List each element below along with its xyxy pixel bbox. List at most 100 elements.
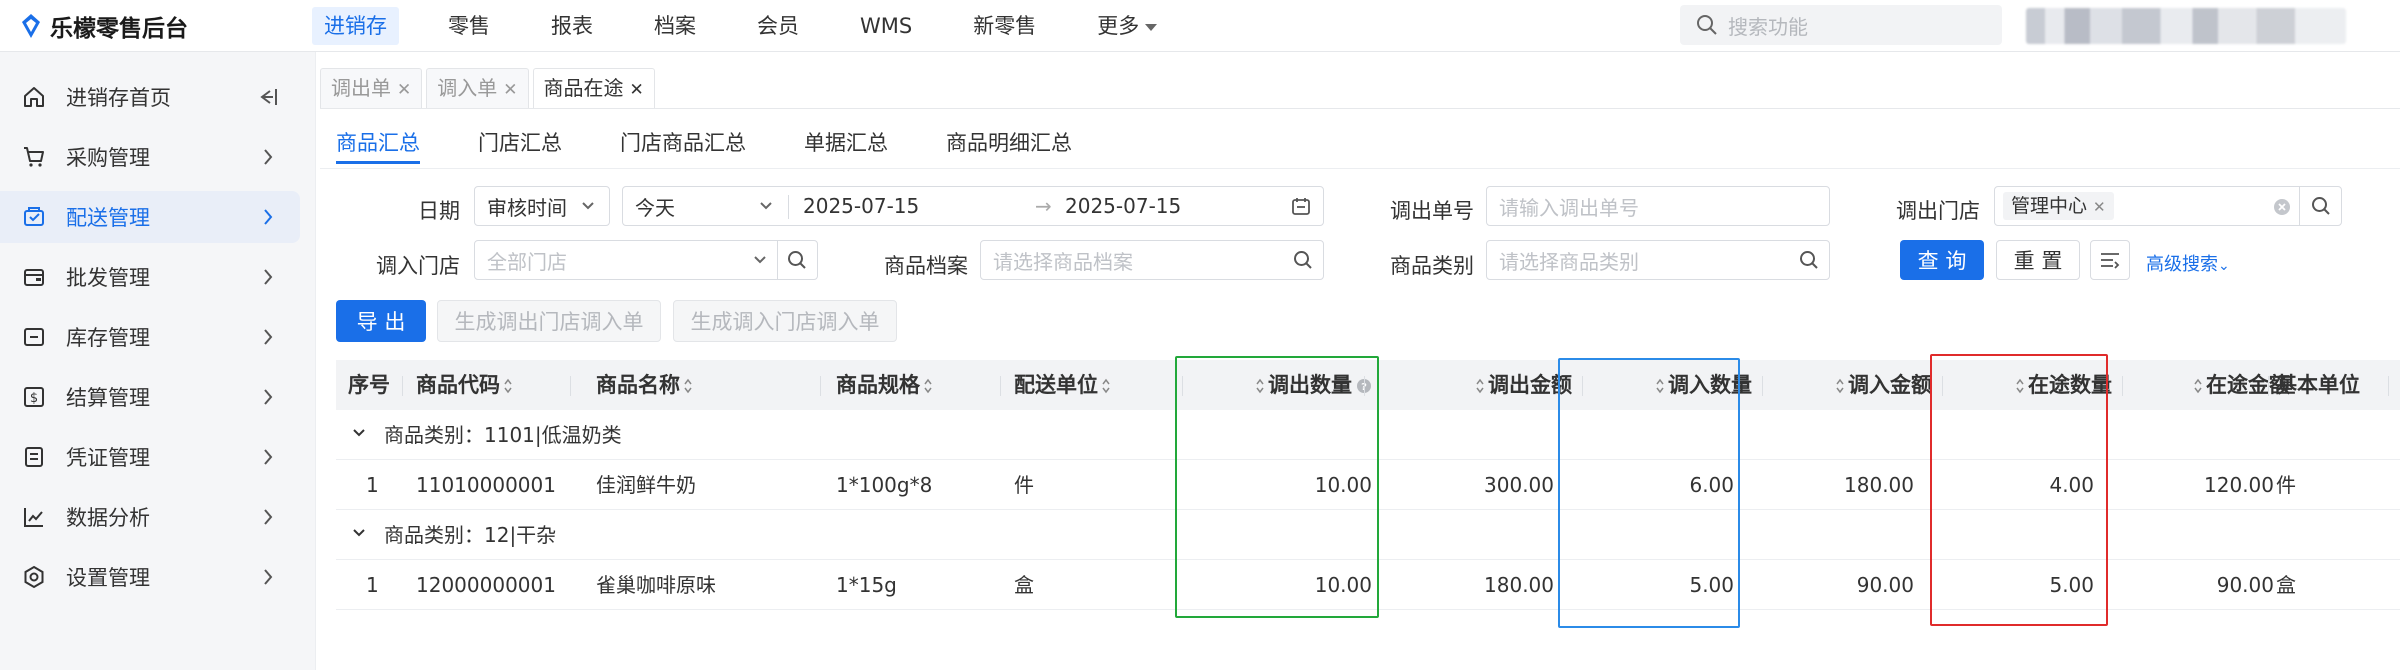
group-row[interactable]: 商品类别：12|干杂 — [336, 510, 2400, 560]
column-divider — [570, 376, 571, 396]
advanced-search-link[interactable]: 高级搜索⌄ — [2146, 250, 2230, 276]
topnav-item-archive[interactable]: 档案 — [642, 7, 708, 45]
out-store-tag[interactable]: 管理中心 ✕ — [2003, 192, 2114, 220]
cell-transit-qty: 5.00 — [2049, 573, 2094, 597]
chevron-down-icon — [1145, 23, 1158, 31]
sidebar-item-label: 数据分析 — [66, 506, 150, 530]
date-range-preset: 今天 — [635, 195, 675, 220]
in-store-select[interactable]: 全部门店 — [474, 240, 818, 280]
cell-no: 1 — [366, 573, 379, 597]
col-header-base-unit: 基本单位 — [2276, 373, 2360, 397]
reset-button[interactable]: 重 置 — [1996, 240, 2080, 280]
clear-icon[interactable] — [2273, 198, 2291, 216]
sidebar-item-settlement[interactable]: $ 结算管理 — [0, 371, 300, 423]
col-header-out-qty[interactable]: 调出数量? — [1220, 360, 1372, 410]
cell-transit-amount: 120.00 — [2204, 473, 2274, 497]
topnav-item-retail[interactable]: 零售 — [436, 7, 502, 45]
advanced-search-label: 高级搜索 — [2146, 254, 2218, 275]
sidebar-item-wholesale[interactable]: 批发管理 — [0, 251, 300, 303]
sidebar-item-settings[interactable]: 设置管理 — [0, 551, 300, 603]
search-icon[interactable] — [1293, 250, 1313, 270]
in-store-label: 调入门店 — [376, 254, 460, 278]
sidebar-item-voucher[interactable]: 凭证管理 — [0, 431, 300, 483]
category-select[interactable]: 请选择商品类别 — [1486, 240, 1830, 280]
search-icon[interactable] — [2311, 196, 2331, 216]
col-header-in-qty[interactable]: 调入数量 — [1602, 360, 1752, 410]
topnav-item-jxc[interactable]: 进销存 — [312, 7, 399, 45]
sidebar-item-label: 库存管理 — [66, 326, 150, 350]
topnav-item-wms[interactable]: WMS — [848, 7, 924, 45]
sidebar-item-label: 配送管理 — [66, 206, 150, 230]
chevron-down-icon[interactable] — [352, 428, 366, 438]
sidebar-item-inventory[interactable]: 库存管理 — [0, 311, 300, 363]
table-row[interactable]: 1 12000000001 雀巢咖啡原味 1*15g 盒 10.00 180.0… — [336, 560, 2400, 610]
col-header-code[interactable]: 商品代码 — [416, 360, 516, 410]
out-store-select[interactable]: 管理中心 ✕ — [1994, 186, 2342, 226]
user-info-blurred[interactable] — [2026, 8, 2346, 44]
search-icon[interactable] — [1799, 250, 1819, 270]
tab-product-detail-summary[interactable]: 商品明细汇总 — [946, 128, 1072, 168]
col-header-spec[interactable]: 商品规格 — [836, 360, 936, 410]
sidebar-item-purchase[interactable]: 采购管理 — [0, 131, 300, 183]
topnav-item-new-retail[interactable]: 新零售 — [961, 7, 1048, 45]
page-tab-label: 调出单 — [331, 76, 391, 100]
sort-icon — [1256, 378, 1264, 394]
group-row[interactable]: 商品类别：1101|低温奶类 — [336, 410, 2400, 460]
out-order-label: 调出单号 — [1390, 199, 1474, 223]
chevron-right-icon — [264, 509, 273, 525]
export-button[interactable]: 导 出 — [336, 300, 426, 342]
chevron-down-icon — [754, 256, 766, 264]
out-store-label: 调出门店 — [1896, 199, 1980, 223]
table-row[interactable]: 1 11010000001 佳润鲜牛奶 1*100g*8 件 10.00 300… — [336, 460, 2400, 510]
col-header-delivery-unit[interactable]: 配送单位 — [1014, 360, 1114, 410]
page-tab-in-transit[interactable]: 商品在途 ✕ — [532, 68, 655, 108]
collapse-sidebar-icon[interactable] — [256, 86, 280, 108]
page-tab-transfer-out[interactable]: 调出单 ✕ — [320, 68, 423, 108]
close-icon[interactable]: ✕ — [630, 80, 644, 100]
date-type-select[interactable]: 审核时间 — [474, 186, 610, 226]
generate-in-store-in-order-button[interactable]: 生成调入门店调入单 — [673, 300, 897, 342]
close-icon[interactable]: ✕ — [2093, 198, 2106, 216]
column-settings-button[interactable] — [2090, 240, 2130, 280]
sidebar-item-label: 结算管理 — [66, 386, 150, 410]
in-store-placeholder: 全部门店 — [487, 249, 567, 274]
report-sub-tabs: 商品汇总 门店汇总 门店商品汇总 单据汇总 商品明细汇总 — [336, 128, 1130, 168]
settlement-icon: $ — [24, 387, 44, 407]
tab-document-summary[interactable]: 单据汇总 — [804, 128, 888, 168]
col-header-in-amount[interactable]: 调入金额 — [1782, 360, 1932, 410]
sidebar-item-delivery[interactable]: 配送管理 — [0, 191, 300, 243]
home-icon — [24, 87, 44, 107]
topnav-item-reports[interactable]: 报表 — [539, 7, 605, 45]
query-button[interactable]: 查 询 — [1900, 240, 1984, 280]
col-header-transit-qty[interactable]: 在途数量 — [1962, 360, 2112, 410]
function-search-input[interactable]: 搜索功能 — [1680, 5, 2002, 45]
search-icon[interactable] — [787, 250, 807, 270]
tab-product-summary[interactable]: 商品汇总 — [336, 128, 420, 168]
col-header-out-amount[interactable]: 调出金额 — [1422, 360, 1572, 410]
date-from-value[interactable]: 2025-07-15 — [803, 194, 919, 218]
date-range-picker[interactable]: 今天 2025-07-15 → 2025-07-15 — [622, 186, 1324, 226]
topnav-item-more[interactable]: 更多 — [1085, 7, 1169, 45]
chevron-right-icon — [264, 149, 273, 165]
date-to-value[interactable]: 2025-07-15 — [1065, 194, 1181, 218]
generate-out-store-in-order-button[interactable]: 生成调出门店调入单 — [437, 300, 661, 342]
chart-icon — [24, 508, 43, 527]
out-order-input[interactable]: 请输入调出单号 — [1486, 186, 1830, 226]
page-tab-transfer-in[interactable]: 调入单 ✕ — [426, 68, 529, 108]
cell-name: 佳润鲜牛奶 — [596, 473, 696, 497]
product-select[interactable]: 请选择商品档案 — [980, 240, 1324, 280]
divider — [788, 195, 789, 219]
sidebar-item-analytics[interactable]: 数据分析 — [0, 491, 300, 543]
sidebar-item-home[interactable]: 进销存首页 — [0, 71, 300, 123]
topnav-item-member[interactable]: 会员 — [745, 7, 811, 45]
tab-store-product-summary[interactable]: 门店商品汇总 — [620, 128, 746, 168]
col-header-name[interactable]: 商品名称 — [596, 360, 696, 410]
cell-spec: 1*15g — [836, 573, 897, 597]
tab-store-summary[interactable]: 门店汇总 — [478, 128, 562, 168]
close-icon[interactable]: ✕ — [397, 80, 411, 100]
chevron-down-icon[interactable] — [352, 528, 366, 538]
app-logo[interactable]: 乐檬零售后台 — [20, 10, 188, 42]
calendar-icon[interactable] — [1291, 196, 1311, 216]
cell-out-qty: 10.00 — [1314, 473, 1372, 497]
close-icon[interactable]: ✕ — [503, 80, 517, 100]
